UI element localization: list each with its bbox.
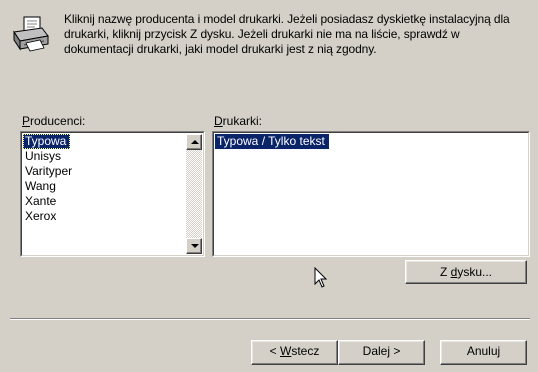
- cancel-button[interactable]: Anuluj: [440, 340, 527, 365]
- producers-label: Producenci:: [22, 114, 86, 128]
- list-item[interactable]: Typowa / Tylko tekst: [215, 134, 329, 149]
- next-button[interactable]: Dalej >: [338, 340, 425, 365]
- printers-label: Drukarki:: [214, 114, 263, 128]
- list-item[interactable]: Typowa: [23, 134, 71, 149]
- list-item[interactable]: Unisys: [23, 149, 184, 164]
- producers-listbox[interactable]: Typowa Unisys Varityper Wang Xante Xerox: [20, 131, 205, 257]
- instructions-text: Kliknij nazwę producenta i model drukark…: [64, 12, 510, 56]
- printer-icon: [13, 16, 49, 52]
- list-item[interactable]: Xante: [23, 194, 184, 209]
- separator: [10, 318, 530, 320]
- arrow-up-icon: [191, 140, 199, 144]
- back-button[interactable]: < Wstecz: [251, 340, 338, 365]
- scroll-down-button[interactable]: [186, 238, 202, 254]
- printers-listbox[interactable]: Typowa / Tylko tekst: [212, 131, 530, 257]
- mouse-pointer-icon: [314, 267, 328, 288]
- producers-scrollbar[interactable]: [186, 134, 202, 254]
- list-item[interactable]: Varityper: [23, 164, 184, 179]
- list-item[interactable]: Xerox: [23, 209, 184, 224]
- scroll-up-button[interactable]: [186, 134, 202, 150]
- from-disk-button[interactable]: Z dysku...: [405, 260, 527, 284]
- list-item[interactable]: Wang: [23, 179, 184, 194]
- arrow-down-icon: [191, 244, 199, 248]
